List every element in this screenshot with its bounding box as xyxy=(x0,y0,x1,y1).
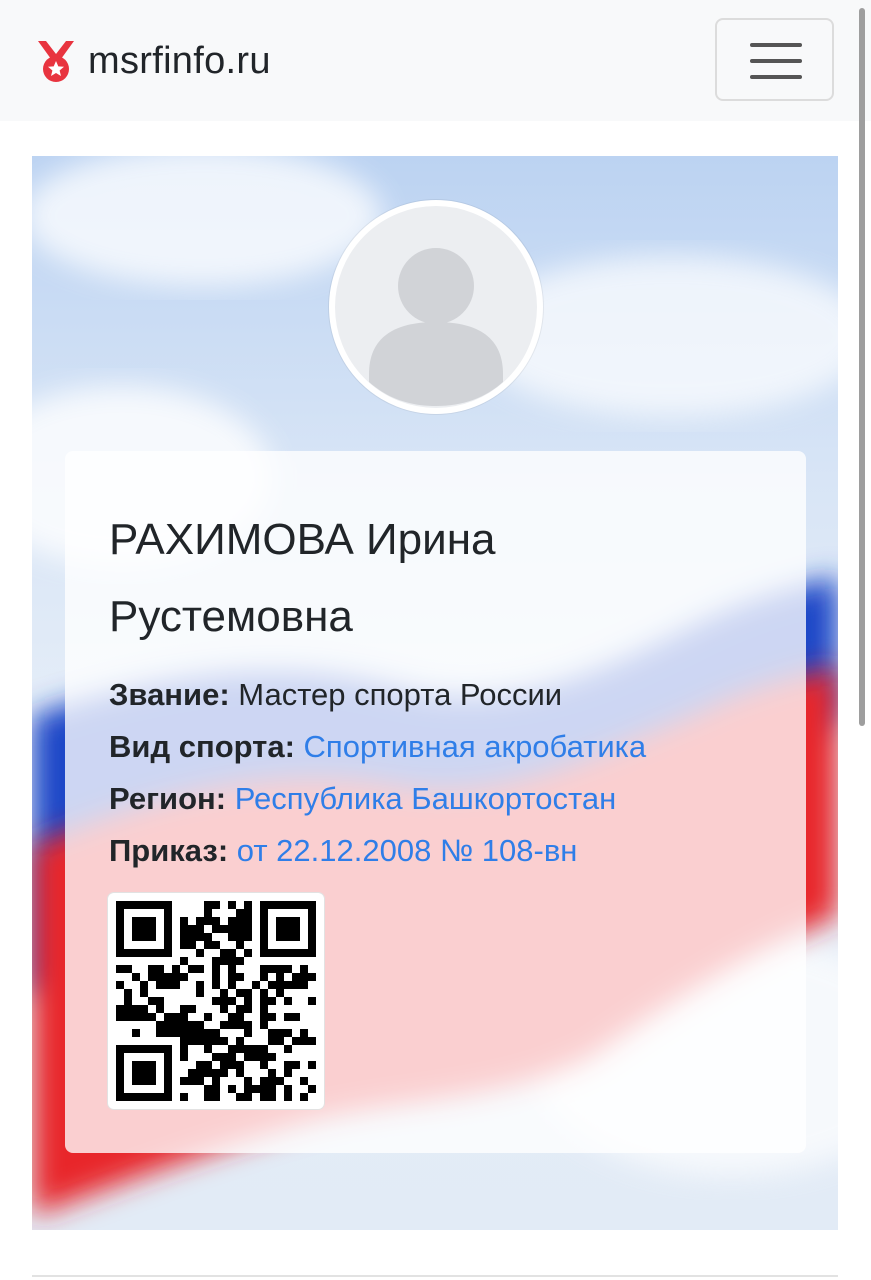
qr-code-icon xyxy=(116,901,316,1101)
profile-avatar xyxy=(329,200,543,414)
region-label: Регион: xyxy=(109,781,227,816)
qr-code xyxy=(108,893,324,1109)
order-label: Приказ: xyxy=(109,833,229,868)
sport-row: Вид спорта: Спортивная акробатика xyxy=(109,721,762,773)
site-brand-link[interactable]: msrfinfo.ru xyxy=(34,36,271,86)
athlete-info-card: РАХИМОВА Ирина Рустемовна Звание: Мастер… xyxy=(65,451,806,1153)
brand-name: msrfinfo.ru xyxy=(88,39,271,82)
sport-link[interactable]: Спортивная акробатика xyxy=(304,729,647,764)
rank-row: Звание: Мастер спорта России xyxy=(109,669,762,721)
medal-star-icon xyxy=(38,41,74,82)
section-divider xyxy=(32,1275,838,1277)
hamburger-menu-icon xyxy=(750,43,802,47)
athlete-name: РАХИМОВА Ирина Рустемовна xyxy=(109,515,496,641)
user-placeholder-icon xyxy=(369,248,503,406)
order-link[interactable]: от 22.12.2008 № 108-вн xyxy=(237,833,578,868)
sport-label: Вид спорта: xyxy=(109,729,295,764)
menu-toggle-button[interactable] xyxy=(715,18,834,101)
top-navbar: msrfinfo.ru xyxy=(0,0,871,121)
region-row: Регион: Республика Башкортостан xyxy=(109,773,762,825)
order-row: Приказ: от 22.12.2008 № 108-вн xyxy=(109,825,762,877)
profile-hero: РАХИМОВА Ирина Рустемовна Звание: Мастер… xyxy=(32,156,838,1230)
rank-label: Звание: xyxy=(109,677,230,712)
region-link[interactable]: Республика Башкортостан xyxy=(235,781,617,816)
rank-value: Мастер спорта России xyxy=(238,677,563,712)
page-scrollbar[interactable] xyxy=(859,8,865,726)
